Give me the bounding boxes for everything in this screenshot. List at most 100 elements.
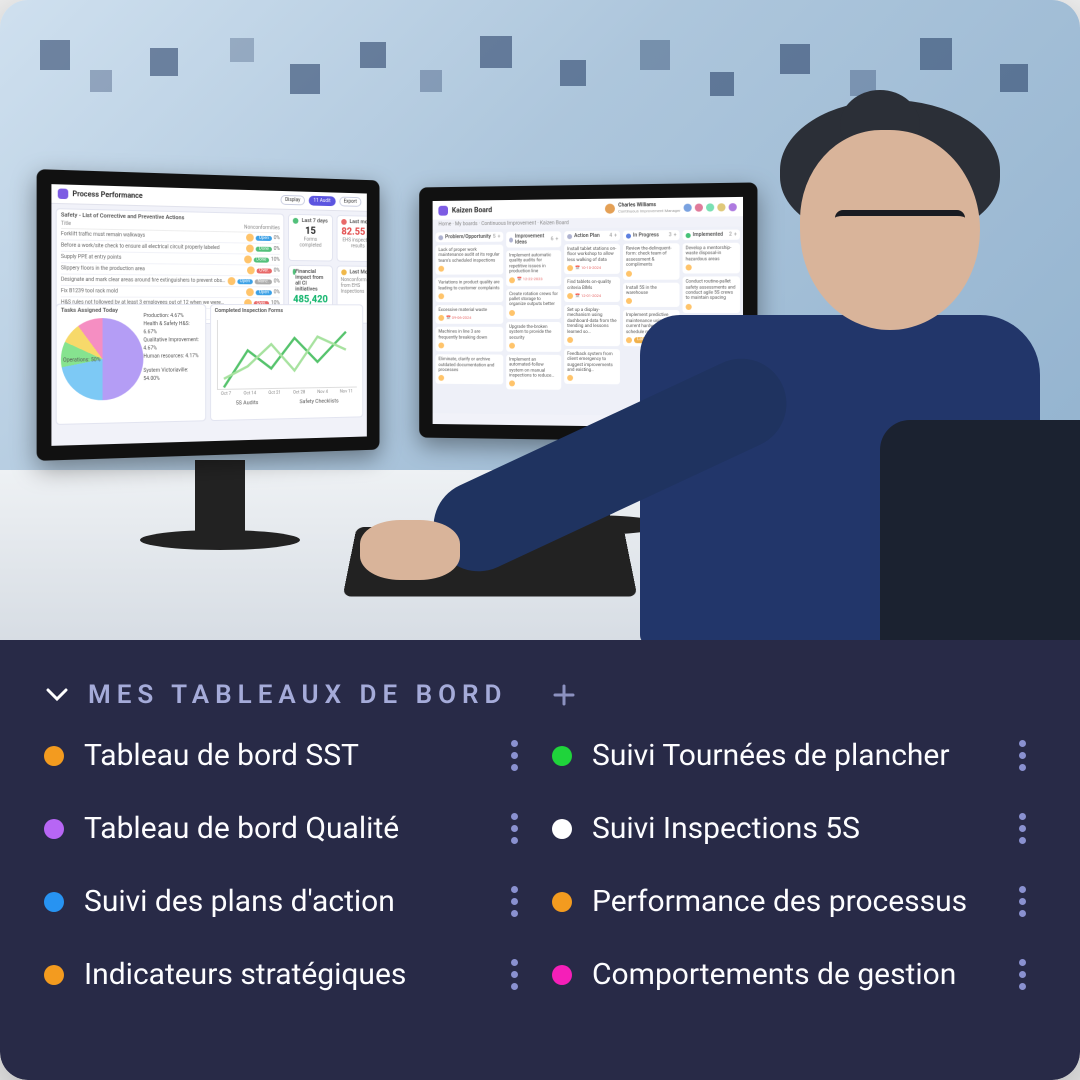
left-monitor: Process Performance Display 11 Audit Exp…: [37, 169, 380, 461]
table-row[interactable]: Fix B1239 tool rack moldOpen0%: [61, 286, 280, 298]
avatar: [605, 203, 615, 213]
chevron-down-icon[interactable]: [44, 682, 70, 708]
dashboard-item[interactable]: Performance des processus: [552, 880, 1036, 923]
kebab-menu-icon[interactable]: [1008, 880, 1036, 923]
avatar: [246, 288, 254, 296]
kpi-lastmonth-ehs: Last month 82.55 % EHS inspection result…: [336, 215, 367, 262]
avatar: [509, 310, 515, 316]
app-logo-icon: [58, 188, 68, 199]
color-dot-icon: [44, 819, 64, 839]
avatar: [438, 315, 444, 321]
panel-header: MES TABLEAUX DE BORD: [44, 680, 1036, 710]
hero-photo: Process Performance Display 11 Audit Exp…: [0, 0, 1080, 640]
color-dot-icon: [44, 965, 64, 985]
avatar: [438, 266, 444, 272]
line-chart: [217, 320, 357, 390]
dashboard-label: Suivi des plans d'action: [84, 884, 480, 919]
color-dot-icon: [552, 892, 572, 912]
dashboard-item[interactable]: Tableau de bord SST: [44, 734, 528, 777]
kebab-menu-icon[interactable]: [1008, 953, 1036, 996]
avatar: [246, 234, 254, 242]
kebab-menu-icon[interactable]: [1008, 734, 1036, 777]
display-pill[interactable]: Display: [280, 195, 305, 205]
chair: [880, 420, 1080, 640]
dashboard-label: Suivi Inspections 5S: [592, 811, 988, 846]
avatar: [509, 381, 515, 387]
dashboard-item[interactable]: Comportements de gestion: [552, 953, 1036, 996]
avatar: [626, 337, 632, 343]
kanban-column: Action Plan4+ Install tablet stations on-…: [564, 231, 620, 413]
avatar: [567, 293, 573, 299]
kanban-card[interactable]: Eliminate, clarify or archive outdated d…: [435, 354, 503, 384]
avatar: [567, 375, 573, 381]
kebab-menu-icon[interactable]: [500, 734, 528, 777]
panel-title: MES TABLEAUX DE BORD: [88, 680, 507, 710]
avatar: [626, 270, 632, 276]
kanban-card[interactable]: Find tablets on-quality criteria BIMs📅 1…: [564, 277, 620, 302]
dashboard-item[interactable]: Tableau de bord Qualité: [44, 807, 528, 850]
kanban-column: Improvement Ideas6+ Implement automatic q…: [506, 231, 561, 411]
dashboards-grid: Tableau de bord SST Suivi Tournées de pl…: [44, 734, 1036, 996]
kebab-menu-icon[interactable]: [500, 807, 528, 850]
kanban-card[interactable]: Upgrade the-broken system to provide the…: [506, 322, 561, 352]
color-dot-icon: [44, 892, 64, 912]
kanban-column-header: Improvement Ideas6+: [506, 231, 561, 247]
add-dashboard-button[interactable]: [549, 680, 579, 710]
avatar: [509, 277, 515, 283]
avatar: [438, 293, 444, 299]
monitor-base: [140, 530, 300, 550]
dashboard-label: Tableau de bord Qualité: [84, 811, 480, 846]
kanban-card[interactable]: Implement an automated-follow system on …: [506, 355, 561, 391]
dashboard-label: Suivi Tournées de plancher: [592, 738, 988, 773]
kanban-column: Problem/Opportunity5+ Lack of proper work…: [435, 232, 503, 411]
kanban-column-header: Problem/Opportunity5+: [435, 232, 503, 242]
avatar: [567, 265, 573, 271]
dashboards-panel: MES TABLEAUX DE BORD Tableau de bord SST…: [0, 640, 1080, 1080]
dashboard-label: Performance des processus: [592, 884, 988, 919]
dashboard-item[interactable]: Suivi des plans d'action: [44, 880, 528, 923]
kebab-menu-icon[interactable]: [500, 880, 528, 923]
kanban-card[interactable]: Variations in product quality are leadin…: [435, 278, 503, 303]
kebab-menu-icon[interactable]: [1008, 807, 1036, 850]
color-dot-icon: [44, 746, 64, 766]
avatar: [247, 266, 255, 274]
app-title: Process Performance: [72, 190, 142, 200]
avatar: [246, 245, 254, 253]
color-dot-icon: [552, 965, 572, 985]
dashboard-item[interactable]: Indicateurs stratégiques: [44, 953, 528, 996]
kanban-card[interactable]: Feedback system from client emergency to…: [564, 349, 620, 385]
kanban-card[interactable]: Excessive material waste📅 09-06-2024: [435, 305, 503, 324]
avatar: [626, 298, 632, 304]
kanban-card[interactable]: Set up a display-mechanism using dashboa…: [564, 305, 620, 346]
kanban-card[interactable]: Install tablet stations on-floor worksho…: [564, 244, 620, 275]
avatar: [509, 343, 515, 349]
color-dot-icon: [552, 819, 572, 839]
completed-inspections-card: Completed Inspection Forms Oct 7Oct 14Oc…: [210, 304, 363, 421]
kanban-column-header: Action Plan4+: [564, 231, 620, 242]
kebab-menu-icon[interactable]: [500, 953, 528, 996]
color-dot-icon: [552, 746, 572, 766]
dashboard-label: Comportements de gestion: [592, 957, 988, 992]
avatar: [244, 255, 252, 263]
dashboard-item[interactable]: Suivi Inspections 5S: [552, 807, 1036, 850]
avatar: [227, 277, 235, 285]
kanban-card[interactable]: Lack of proper work maintenance audit at…: [435, 245, 503, 275]
col-nc: Nonconformities: [244, 225, 280, 232]
tasks-assigned-card: Tasks Assigned Today Operations: 50% Pro…: [56, 303, 206, 424]
screen-process-performance: Process Performance Display 11 Audit Exp…: [51, 184, 366, 446]
avatar: [438, 375, 444, 381]
app-logo-icon: [438, 205, 448, 215]
audit-pill[interactable]: 11 Audit: [309, 196, 336, 206]
app-container: Process Performance Display 11 Audit Exp…: [0, 0, 1080, 1080]
kanban-card[interactable]: Implement automatic quality audits for r…: [506, 250, 561, 286]
dashboard-label: Tableau de bord SST: [84, 738, 480, 773]
avatar: [567, 337, 573, 343]
board-title: Kaizen Board: [452, 206, 492, 214]
kanban-card[interactable]: Create rotation crews for pallet storage…: [506, 289, 561, 319]
export-pill[interactable]: Export: [339, 197, 361, 207]
kanban-card[interactable]: Machines in line 3 are frequently breaki…: [435, 327, 503, 352]
avatar: [438, 343, 444, 349]
monitor-stand: [195, 460, 245, 540]
safety-title: Safety - List of Corrective and Preventi…: [61, 212, 184, 221]
dashboard-item[interactable]: Suivi Tournées de plancher: [552, 734, 1036, 777]
